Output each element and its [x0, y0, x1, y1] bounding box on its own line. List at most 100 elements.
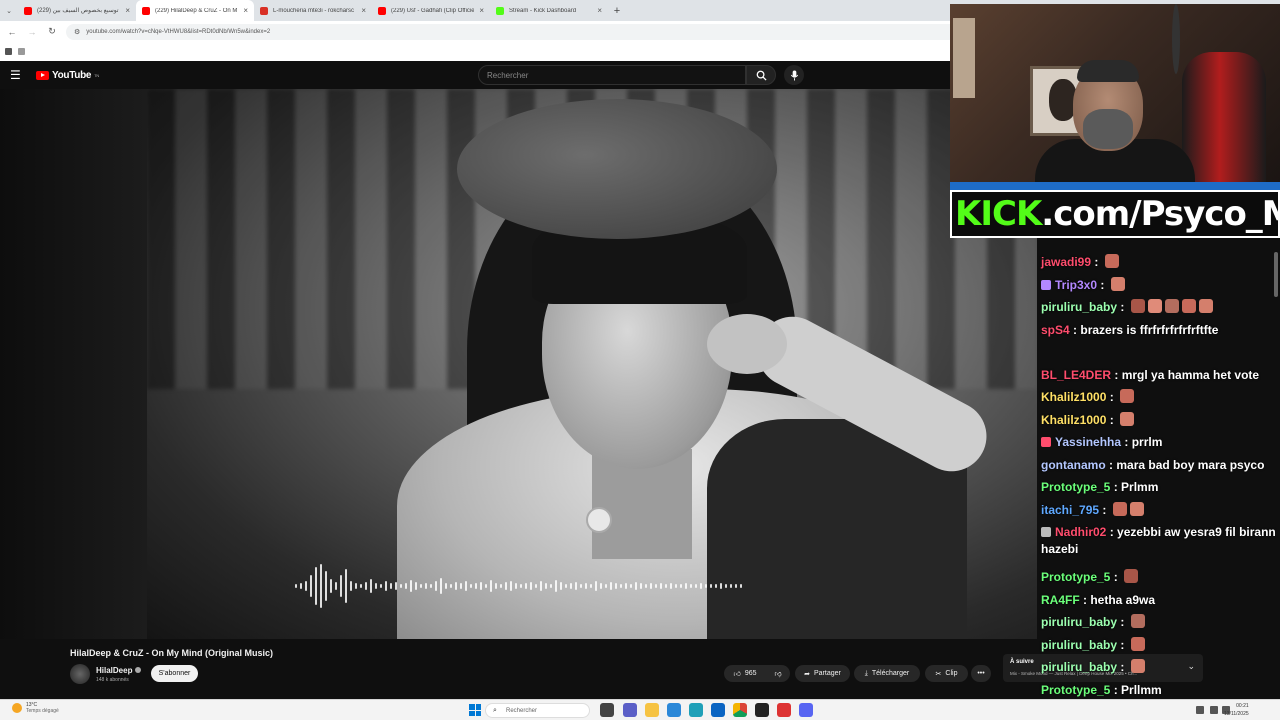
- visualizer-bar: [470, 584, 472, 588]
- clip-button[interactable]: ✂ Clip: [925, 665, 968, 682]
- search-button[interactable]: [746, 65, 776, 85]
- chat-username[interactable]: Khalilz1000: [1041, 390, 1106, 404]
- chat-username[interactable]: spS4: [1041, 323, 1070, 337]
- system-clock[interactable]: 00:21 13/11/2025: [1224, 702, 1249, 718]
- chat-username[interactable]: Prototype_5: [1041, 480, 1110, 494]
- visualizer-bar: [635, 582, 637, 590]
- store-icon[interactable]: [667, 703, 681, 717]
- outlook-icon[interactable]: [711, 703, 725, 717]
- chat-emote-icon: [1129, 501, 1144, 516]
- channel-avatar[interactable]: [70, 664, 90, 684]
- weather-widget[interactable]: 13°C Temps dégagé: [12, 702, 59, 714]
- chat-username[interactable]: itachi_795: [1041, 503, 1099, 517]
- network-icon[interactable]: [1196, 706, 1204, 714]
- channel-name[interactable]: HilalDeep: [96, 666, 142, 675]
- chrome-icon[interactable]: [733, 703, 747, 717]
- page-scrollbar[interactable]: [1274, 252, 1278, 297]
- chat-username[interactable]: Prototype_5: [1041, 570, 1110, 584]
- chat-message: Prototype_5 : Prlmm: [1041, 479, 1277, 496]
- chat-emote-icon: [1181, 299, 1196, 313]
- browser-tab[interactable]: توسيع بخصوص السيف بين (229) ×: [18, 0, 136, 21]
- taskbar-search-icon: ⌕: [493, 707, 497, 714]
- chat-separator: :: [1097, 277, 1108, 292]
- chat-username[interactable]: RA4FF: [1041, 593, 1080, 607]
- search-placeholder: Rechercher: [487, 70, 529, 80]
- visualizer-bar: [455, 582, 457, 590]
- media-app-icon[interactable]: [777, 703, 791, 717]
- url-text: youtube.com/watch?v=cNqe-VtHWU8&list=RDt…: [86, 28, 271, 35]
- dislike-button[interactable]: 👎︎: [766, 665, 790, 682]
- visualizer-bar: [410, 580, 412, 592]
- chat-username[interactable]: jawadi99: [1041, 255, 1091, 269]
- file-explorer-icon[interactable]: [645, 703, 659, 717]
- visualizer-bar: [380, 584, 382, 588]
- kick-logo-text: KICK: [955, 194, 1042, 234]
- new-tab-button[interactable]: +: [608, 5, 626, 17]
- taskbar-search-input[interactable]: ⌕ Rechercher: [485, 703, 590, 718]
- chat-emote-icon: [1124, 569, 1139, 583]
- chat-username[interactable]: BL_LE4DER: [1041, 368, 1111, 382]
- chat-username[interactable]: piruliru_baby: [1041, 615, 1117, 629]
- share-button[interactable]: ➦ Partager: [795, 665, 850, 682]
- close-tab-icon[interactable]: ×: [243, 6, 248, 15]
- subscribe-button[interactable]: S'abonner: [151, 665, 198, 682]
- browser-tab[interactable]: L-moucheria mte3i - rokcharsc ×: [254, 0, 372, 21]
- bookmark-folder-icon[interactable]: [5, 48, 12, 55]
- voice-search-button[interactable]: [784, 65, 804, 85]
- chat-message: Trip3x0 :: [1041, 276, 1277, 294]
- chat-message: RA4FF : hetha a9wa: [1041, 592, 1277, 609]
- close-tab-icon[interactable]: ×: [597, 6, 602, 15]
- chat-username[interactable]: Khalilz1000: [1041, 413, 1106, 427]
- more-actions-button[interactable]: •••: [971, 665, 991, 682]
- obs-icon[interactable]: [755, 703, 769, 717]
- discord-icon[interactable]: [799, 703, 813, 717]
- reload-icon[interactable]: ↻: [46, 26, 58, 37]
- led-light-bar: [950, 182, 1280, 190]
- edge-icon[interactable]: [689, 703, 703, 717]
- chat-separator: :: [1117, 660, 1128, 674]
- youtube-logo[interactable]: YouTube TN: [36, 70, 99, 81]
- video-player[interactable]: [0, 89, 1037, 639]
- browser-tab[interactable]: (229) HilalDeep & CruZ - On M ×: [136, 0, 254, 21]
- chat-username[interactable]: gontanamo: [1041, 458, 1106, 472]
- chat-username[interactable]: piruliru_baby: [1041, 300, 1117, 314]
- download-button[interactable]: ⤓ Télécharger: [854, 665, 920, 682]
- task-view-icon[interactable]: [600, 703, 614, 717]
- search-input[interactable]: Rechercher: [478, 65, 746, 85]
- browser-tab[interactable]: Stream - Kick Dashboard ×: [490, 0, 608, 21]
- chat-separator: :: [1091, 255, 1102, 269]
- chat-username[interactable]: Yassinehha: [1055, 435, 1121, 449]
- menu-icon[interactable]: ☰: [10, 68, 36, 82]
- chat-username[interactable]: Prototype_5: [1041, 683, 1110, 697]
- close-tab-icon[interactable]: ×: [479, 6, 484, 15]
- clock-date: 13/11/2025: [1224, 711, 1249, 717]
- close-tab-icon[interactable]: ×: [361, 6, 366, 15]
- like-button[interactable]: 👍︎ 965: [724, 665, 766, 682]
- chat-username[interactable]: piruliru_baby: [1041, 660, 1117, 674]
- teams-icon[interactable]: [623, 703, 637, 717]
- youtube-logo-text: YouTube: [52, 69, 92, 81]
- chat-username[interactable]: piruliru_baby: [1041, 638, 1117, 652]
- windows-start-icon[interactable]: [469, 704, 481, 716]
- scissors-icon: ✂: [935, 670, 942, 678]
- visualizer-bar: [520, 584, 522, 588]
- browser-tab[interactable]: (229) Usf - Gadhafi (Clip Officie ×: [372, 0, 490, 21]
- weather-sun-icon: [12, 703, 22, 713]
- visualizer-bar: [515, 583, 517, 589]
- chat-username[interactable]: Nadhir02: [1055, 525, 1106, 539]
- site-info-icon[interactable]: ⚙: [74, 28, 80, 36]
- visualizer-bar: [620, 584, 622, 588]
- close-tab-icon[interactable]: ×: [125, 6, 130, 15]
- volume-icon[interactable]: [1210, 706, 1218, 714]
- visualizer-bar: [475, 583, 477, 589]
- back-icon[interactable]: ←: [6, 27, 18, 37]
- chat-separator: :: [1110, 570, 1122, 584]
- chat-text: Prlmm: [1121, 480, 1159, 494]
- apps-grid-icon[interactable]: [18, 48, 25, 55]
- visualizer-bar: [340, 575, 342, 597]
- chat-separator: :: [1117, 615, 1128, 629]
- tab-search-icon[interactable]: ⌄: [0, 7, 18, 15]
- forward-icon[interactable]: →: [26, 27, 38, 37]
- chat-username[interactable]: Trip3x0: [1055, 278, 1097, 292]
- visualizer-bar: [545, 583, 547, 589]
